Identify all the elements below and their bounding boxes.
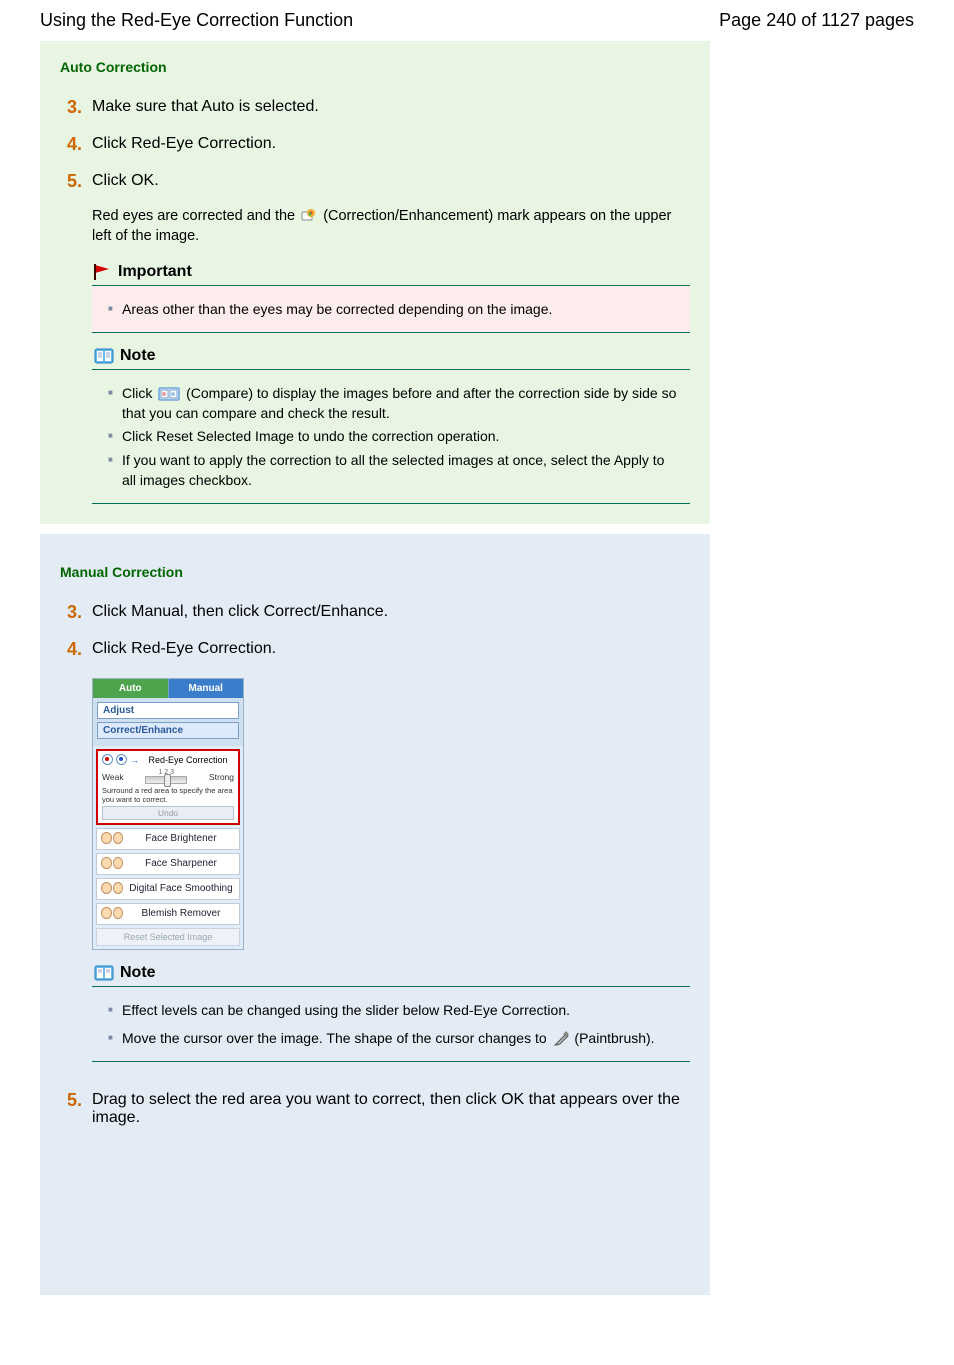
strength-slider[interactable]: Weak 1 2 3 Strong (102, 769, 234, 784)
step-number: 3. (60, 97, 82, 118)
note-item-after: (Compare) to display the images before a… (122, 385, 676, 421)
auto-correction-section: Auto Correction 3. Make sure that Auto i… (40, 41, 710, 524)
undo-button[interactable]: Undo (102, 806, 234, 820)
label: Digital Face Smoothing (127, 883, 235, 894)
tab-auto[interactable]: Auto (93, 679, 169, 698)
face-brightener-button[interactable]: Face Brightener (96, 828, 240, 850)
faces-icon (101, 857, 123, 871)
note-item: If you want to apply the correction to a… (108, 450, 680, 491)
manual-section-title: Manual Correction (60, 544, 690, 594)
paintbrush-icon (553, 1031, 569, 1047)
correction-panel-screenshot: Auto Manual Adjust Correct/Enhance → Red… (92, 678, 244, 950)
important-callout: Important Areas other than the eyes may … (92, 263, 690, 333)
faces-icon (101, 832, 123, 846)
faces-icon (101, 907, 123, 921)
step-5-details: Red eyes are corrected and the (Correcti… (92, 200, 690, 253)
step-4: 4. Click Red-Eye Correction. (60, 631, 690, 668)
step-text: Click Red-Eye Correction. (92, 134, 690, 155)
label: Face Sharpener (127, 858, 235, 869)
correction-enhancement-icon (301, 208, 317, 224)
auto-section-title: Auto Correction (60, 51, 690, 89)
compare-icon (158, 386, 180, 402)
pager: Page 240 of 1127 pages (719, 10, 914, 31)
important-item: Areas other than the eyes may be correct… (108, 299, 680, 319)
step-5: 5. Drag to select the red area you want … (60, 1082, 690, 1135)
note-icon (94, 348, 114, 364)
step-text: Make sure that Auto is selected. (92, 97, 690, 118)
step-number: 4. (60, 639, 82, 660)
step-number: 5. (60, 171, 82, 192)
digital-face-smoothing-button[interactable]: Digital Face Smoothing (96, 878, 240, 900)
note-item: Click Reset Selected Image to undo the c… (108, 426, 680, 446)
page-header: Using the Red-Eye Correction Function Pa… (0, 0, 954, 41)
flag-icon (94, 264, 112, 280)
note-label: Note (120, 347, 156, 365)
step-number: 5. (60, 1090, 82, 1127)
note-item-before: Move the cursor over the image. The shap… (122, 1030, 551, 1046)
note-icon (94, 965, 114, 981)
blemish-remover-button[interactable]: Blemish Remover (96, 903, 240, 925)
note-callout: Note Click (92, 347, 690, 504)
blue-eye-icon (116, 754, 127, 765)
subtab-correct-enhance[interactable]: Correct/Enhance (97, 722, 239, 739)
note-item-before: Click (122, 385, 156, 401)
note-item: Click (Compare) to displa (108, 383, 680, 424)
step-text: Drag to select the red area you want to … (92, 1090, 690, 1127)
note-item-after: (Paintbrush). (574, 1030, 654, 1046)
note-item: Move the cursor over the image. The shap… (108, 1028, 680, 1048)
step-number: 4. (60, 134, 82, 155)
step-text: Click Manual, then click Correct/Enhance… (92, 602, 690, 623)
note-header: Note (92, 964, 690, 986)
red-eye-icon (102, 754, 113, 765)
label: Blemish Remover (127, 908, 235, 919)
manual-correction-section: Manual Correction 3. Click Manual, then … (40, 534, 710, 1295)
note-header: Note (92, 347, 690, 369)
subtab-adjust[interactable]: Adjust (97, 702, 239, 719)
label: Face Brightener (127, 833, 235, 844)
step-3: 3. Click Manual, then click Correct/Enha… (60, 594, 690, 631)
important-label: Important (118, 263, 192, 281)
faces-icon (101, 882, 123, 896)
detail-text-before: Red eyes are corrected and the (92, 208, 299, 224)
panel-tabs: Auto Manual (93, 679, 243, 698)
step-3: 3. Make sure that Auto is selected. (60, 89, 690, 126)
reset-selected-image-button[interactable]: Reset Selected Image (96, 928, 240, 946)
important-header: Important (92, 263, 690, 285)
tab-manual[interactable]: Manual (169, 679, 244, 698)
hint-text: Surround a red area to specify the area … (102, 787, 234, 804)
page-title: Using the Red-Eye Correction Function (40, 10, 353, 31)
note-item: Effect levels can be changed using the s… (108, 1000, 680, 1020)
strong-label: Strong (209, 772, 234, 782)
red-eye-correction-button[interactable]: → Red-Eye Correction Weak 1 2 3 Strong S… (96, 749, 240, 825)
note-callout: Note Effect levels can be changed using … (92, 964, 690, 1063)
face-sharpener-button[interactable]: Face Sharpener (96, 853, 240, 875)
red-eye-label: Red-Eye Correction (142, 755, 234, 765)
step-4: 4. Click Red-Eye Correction. (60, 126, 690, 163)
step-5: 5. Click OK. (60, 163, 690, 200)
slider-track[interactable] (145, 776, 187, 784)
arrow-icon: → (130, 755, 139, 765)
step-number: 3. (60, 602, 82, 623)
step-text: Click OK. (92, 171, 690, 192)
step-text: Click Red-Eye Correction. (92, 639, 690, 660)
note-label: Note (120, 964, 156, 982)
weak-label: Weak (102, 772, 124, 782)
